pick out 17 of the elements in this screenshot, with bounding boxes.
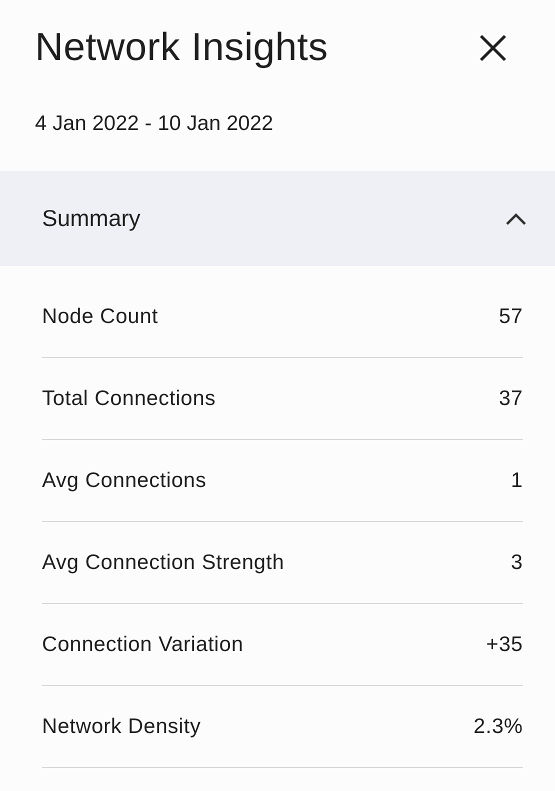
close-icon — [478, 33, 508, 63]
chevron-icon — [505, 212, 527, 226]
metric-value: +35 — [486, 632, 523, 656]
metric-value: 1 — [510, 468, 523, 492]
metric-value: 3 — [510, 550, 523, 574]
metric-value: 2.3% — [474, 714, 523, 738]
metric-label: Network Density — [42, 714, 201, 738]
date-range: 4 Jan 2022 - 10 Jan 2022 — [34, 111, 274, 137]
panel-title: Network Insights — [35, 26, 328, 70]
metric-value: 57 — [498, 304, 523, 328]
metric-label: Avg Connections — [42, 468, 206, 492]
metric-label: Total Connections — [42, 386, 216, 410]
metric-label: Avg Connection Strength — [42, 550, 284, 574]
metric-label: Node Count — [42, 304, 158, 328]
metric-label: Connection Variation — [42, 632, 244, 656]
summary-header[interactable]: Summary — [0, 171, 555, 266]
metric-value: 37 — [498, 386, 523, 410]
